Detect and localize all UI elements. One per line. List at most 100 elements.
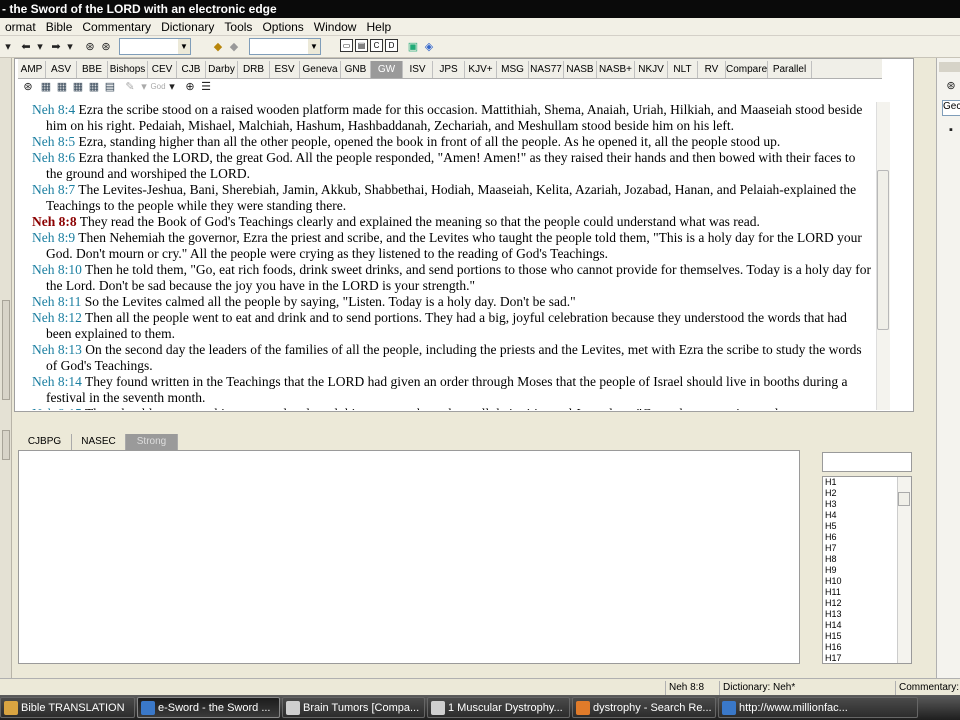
verse-ref[interactable]: Neh 8:6 bbox=[32, 150, 75, 165]
tab-compare[interactable]: Compare bbox=[726, 61, 768, 78]
eraser-icon[interactable]: ◆ bbox=[226, 39, 242, 55]
layout-icon[interactable]: ▭ bbox=[340, 39, 353, 52]
strong-search-input[interactable] bbox=[822, 452, 912, 472]
tab-bishops[interactable]: Bishops bbox=[108, 61, 148, 78]
verse[interactable]: Neh 8:13 On the second day the leaders o… bbox=[26, 342, 872, 374]
menu-window[interactable]: Window bbox=[309, 18, 362, 36]
taskbar-button[interactable]: e-Sword - the Sword ... bbox=[137, 697, 280, 718]
verse-ref[interactable]: Neh 8:12 bbox=[32, 310, 82, 325]
taskbar-button[interactable]: Bible TRANSLATION bbox=[0, 697, 135, 718]
taskbar-label: dystrophy - Search Re... bbox=[593, 702, 712, 714]
notes-icon[interactable]: ▦ bbox=[86, 79, 102, 95]
search-icon[interactable]: ⊛ bbox=[20, 79, 36, 95]
save-icon[interactable]: ▪ bbox=[943, 122, 959, 138]
tab-kjv[interactable]: KJV+ bbox=[465, 61, 497, 78]
taskbar-button[interactable]: dystrophy - Search Re... bbox=[572, 697, 716, 718]
tab-parallel[interactable]: Parallel bbox=[768, 61, 812, 78]
tab-esv[interactable]: ESV bbox=[270, 61, 300, 78]
verse-ref[interactable]: Neh 8:14 bbox=[32, 374, 82, 389]
verse[interactable]: Neh 8:8 They read the Book of God's Teac… bbox=[26, 214, 872, 230]
bible-scroll-thumb[interactable] bbox=[877, 170, 889, 330]
copy-icon[interactable]: ▦ bbox=[38, 79, 54, 95]
tab-asv[interactable]: ASV bbox=[46, 61, 77, 78]
chevron-down-icon[interactable]: ▼ bbox=[308, 39, 320, 54]
verse[interactable]: Neh 8:6 Ezra thanked the LORD, the great… bbox=[26, 150, 872, 182]
commentary-tab-strong[interactable]: Strong bbox=[126, 434, 178, 450]
verse[interactable]: Neh 8:7 The Levites-Jeshua, Bani, Shereb… bbox=[26, 182, 872, 214]
verse-ref[interactable]: Neh 8:9 bbox=[32, 230, 75, 245]
verse-ref[interactable]: Neh 8:15 bbox=[32, 406, 82, 410]
verse[interactable]: Neh 8:14 They found written in the Teach… bbox=[26, 374, 872, 406]
tab-jps[interactable]: JPS bbox=[433, 61, 465, 78]
tab-rv[interactable]: RV bbox=[698, 61, 726, 78]
commentary-tab-nasec[interactable]: NASEC bbox=[72, 434, 126, 450]
tab-isv[interactable]: ISV bbox=[403, 61, 433, 78]
tab-nlt[interactable]: NLT bbox=[668, 61, 698, 78]
tab-nkjv[interactable]: NKJV bbox=[635, 61, 668, 78]
back-history-icon[interactable]: ▾ bbox=[32, 39, 48, 55]
tab-geneva[interactable]: Geneva bbox=[300, 61, 341, 78]
binoculars-icon[interactable]: ⊛ bbox=[82, 39, 98, 55]
print-icon[interactable]: ▦ bbox=[70, 79, 86, 95]
right-panel-input[interactable]: Gec bbox=[942, 100, 960, 116]
menu-commentary[interactable]: Commentary bbox=[77, 18, 156, 36]
verse-ref[interactable]: Neh 8:5 bbox=[32, 134, 75, 149]
commentary-tab-cjbpg[interactable]: CJBPG bbox=[18, 434, 72, 450]
taskbar-button[interactable]: http://www.millionfac... bbox=[718, 697, 918, 718]
back-dropdown-icon[interactable]: ▾ bbox=[0, 39, 16, 55]
bookmark-icon[interactable]: ◆ bbox=[210, 39, 226, 55]
dropdown-arrow-icon[interactable]: ▾ bbox=[164, 79, 180, 95]
verse[interactable]: Neh 8:9 Then Nehemiah the governor, Ezra… bbox=[26, 230, 872, 262]
menu-help[interactable]: Help bbox=[361, 18, 396, 36]
verse-ref[interactable]: Neh 8:7 bbox=[32, 182, 75, 197]
layout-c-icon[interactable]: C bbox=[370, 39, 383, 52]
tab-gnb[interactable]: GNB bbox=[341, 61, 371, 78]
tab-drb[interactable]: DRB bbox=[238, 61, 270, 78]
verse-ref[interactable]: Neh 8:10 bbox=[32, 262, 82, 277]
taskbar-button[interactable]: Brain Tumors [Compa... bbox=[282, 697, 425, 718]
menu-options[interactable]: Options bbox=[257, 18, 308, 36]
menu-dictionary[interactable]: Dictionary bbox=[156, 18, 219, 36]
chapter-icon[interactable]: ▤ bbox=[102, 79, 118, 95]
search-icon[interactable]: ⊛ bbox=[943, 78, 959, 94]
tab-darby[interactable]: Darby bbox=[206, 61, 238, 78]
image-icon[interactable]: ▣ bbox=[405, 39, 421, 55]
verse[interactable]: Neh 8:11 So the Levites calmed all the p… bbox=[26, 294, 872, 310]
tab-nas77[interactable]: NAS77 bbox=[529, 61, 564, 78]
tab-nasb[interactable]: NASB bbox=[564, 61, 597, 78]
menu-bible[interactable]: Bible bbox=[41, 18, 78, 36]
menu-tools[interactable]: Tools bbox=[219, 18, 257, 36]
verse-ref[interactable]: Neh 8:13 bbox=[32, 342, 82, 357]
layout-split-icon[interactable]: ▤ bbox=[355, 39, 368, 52]
forward-dropdown-icon[interactable]: ▾ bbox=[62, 39, 78, 55]
split-view-icon[interactable]: ☰ bbox=[198, 79, 214, 95]
tab-cev[interactable]: CEV bbox=[148, 61, 177, 78]
verse[interactable]: Neh 8:15 They should announce this comma… bbox=[26, 406, 872, 410]
verse[interactable]: Neh 8:12 Then all the people went to eat… bbox=[26, 310, 872, 342]
strong-list-scroll-thumb[interactable] bbox=[898, 492, 910, 506]
tab-amp[interactable]: AMP bbox=[18, 61, 46, 78]
verse[interactable]: Neh 8:10 Then he told them, "Go, eat ric… bbox=[26, 262, 872, 294]
search-binoculars-icon[interactable]: ⊛ bbox=[98, 39, 114, 55]
tab-gw[interactable]: GW bbox=[371, 61, 403, 78]
tab-cjb[interactable]: CJB bbox=[177, 61, 206, 78]
tab-msg[interactable]: MSG bbox=[497, 61, 529, 78]
left-scroll-handle-2[interactable] bbox=[2, 430, 10, 460]
chevron-down-icon[interactable]: ▼ bbox=[178, 39, 190, 54]
copy-verse-icon[interactable]: ▦ bbox=[54, 79, 70, 95]
dictionary-combo[interactable]: ▼ bbox=[249, 38, 321, 55]
verse-ref[interactable]: Neh 8:11 bbox=[32, 294, 81, 309]
tab-bbe[interactable]: BBE bbox=[77, 61, 108, 78]
menu-format[interactable]: ormat bbox=[0, 18, 41, 36]
bible-combo[interactable]: ▼ bbox=[119, 38, 191, 55]
stack-icon[interactable]: ◈ bbox=[421, 39, 437, 55]
verse-ref[interactable]: Neh 8:4 bbox=[32, 102, 75, 117]
zoom-icon[interactable]: ⊕ bbox=[182, 79, 198, 95]
tab-nasb[interactable]: NASB+ bbox=[597, 61, 635, 78]
verse[interactable]: Neh 8:4 Ezra the scribe stood on a raise… bbox=[26, 102, 872, 134]
verse[interactable]: Neh 8:5 Ezra, standing higher than all t… bbox=[26, 134, 872, 150]
verse-ref[interactable]: Neh 8:8 bbox=[32, 214, 77, 229]
left-scroll-handle[interactable] bbox=[2, 300, 10, 400]
layout-d-icon[interactable]: D bbox=[385, 39, 398, 52]
taskbar-button[interactable]: 1 Muscular Dystrophy... bbox=[427, 697, 570, 718]
